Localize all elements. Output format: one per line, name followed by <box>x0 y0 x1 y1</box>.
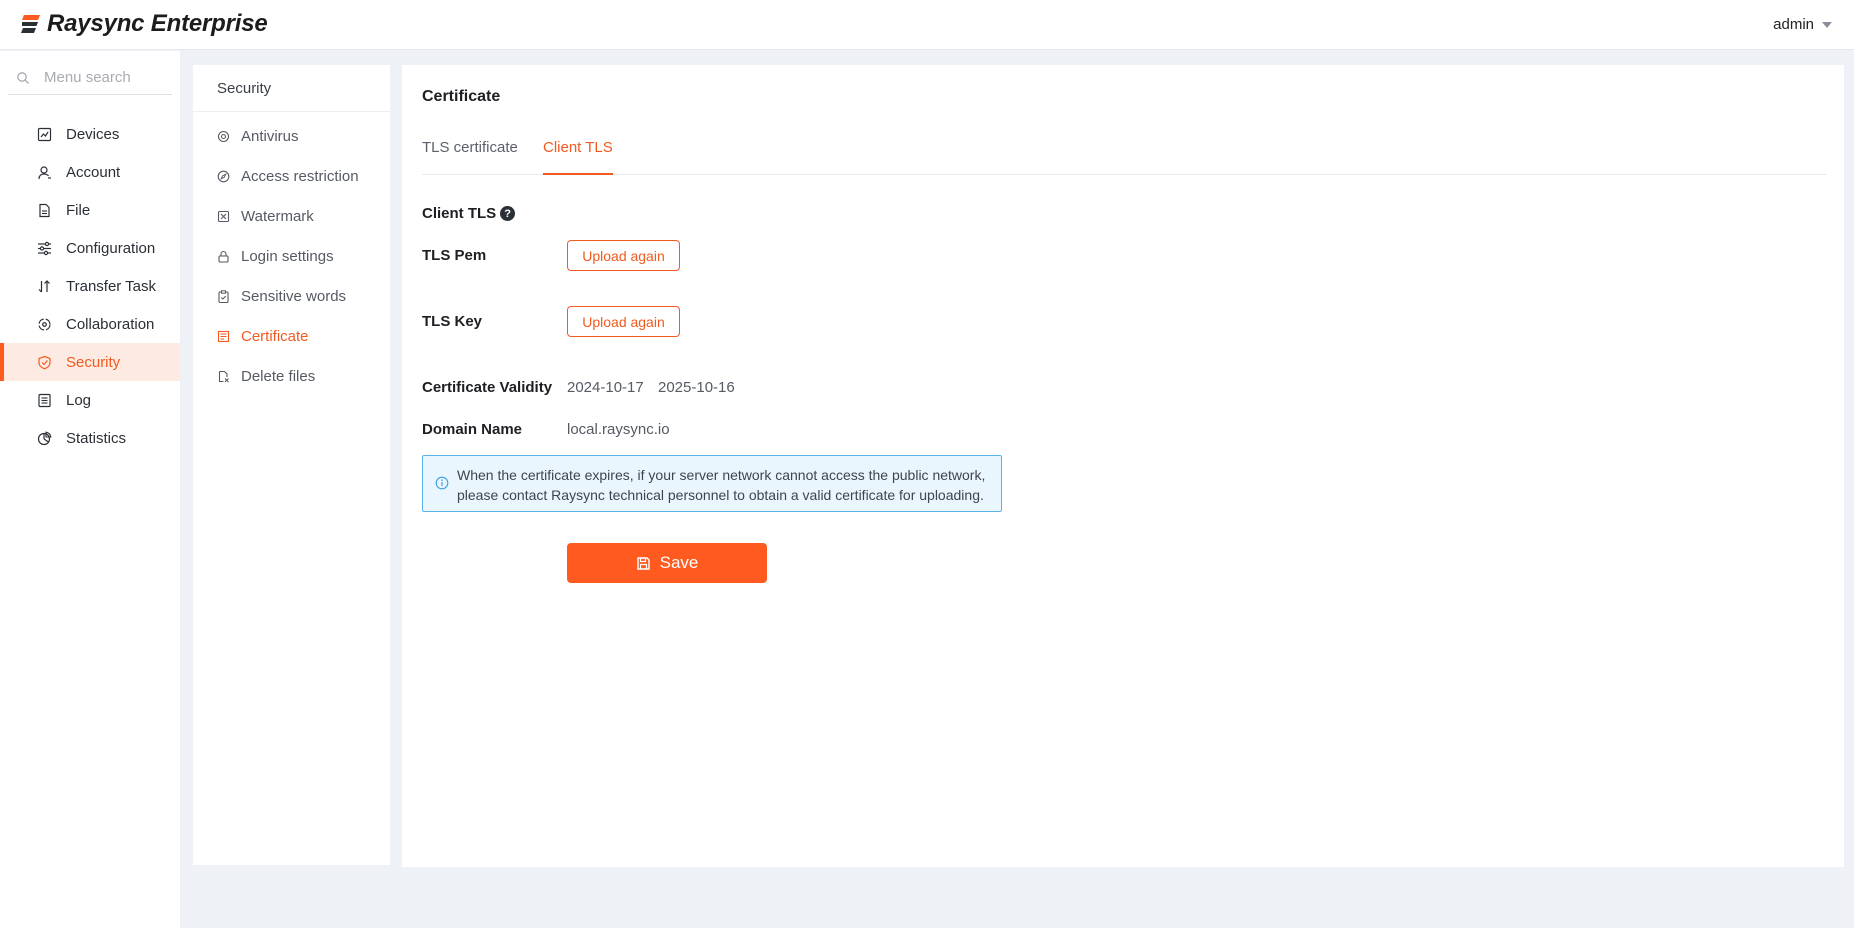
notice-line: please contact Raysync technical personn… <box>457 487 984 503</box>
user-icon <box>38 165 51 179</box>
pie-chart-icon <box>37 431 52 445</box>
save-button-label: Save <box>659 553 699 572</box>
sidebar-item-label: Collaboration <box>66 315 155 333</box>
sidebar-item-log[interactable]: Log <box>0 381 180 419</box>
domain-name-label: Domain Name <box>422 421 523 438</box>
sidebar-item-configuration[interactable]: Configuration <box>0 229 180 267</box>
tls-key-label: TLS Key <box>422 313 483 330</box>
section-title-text: Client TLS <box>422 205 497 222</box>
validity-start-date: 2024-10-17 <box>567 379 644 396</box>
menu-search-input[interactable] <box>44 69 164 86</box>
lock-icon <box>218 250 229 263</box>
subnav-item-delete-files[interactable]: Delete files <box>193 356 390 396</box>
sidebar-item-statistics[interactable]: Statistics <box>0 419 180 457</box>
sidebar-item-devices[interactable]: Devices <box>0 115 180 153</box>
security-subnav: Security Antivirus Access restriction Wa… <box>193 65 390 865</box>
subnav-item-label: Login settings <box>241 247 334 265</box>
username: admin <box>1773 16 1814 33</box>
certificate-panel: Certificate TLS certificate Client TLS C… <box>402 65 1844 867</box>
notice-line: When the certificate expires, if your se… <box>457 467 986 483</box>
subnav-item-certificate[interactable]: Certificate <box>193 316 390 356</box>
notice-text: When the certificate expires, if your se… <box>457 465 985 505</box>
sidebar-item-file[interactable]: File <box>0 191 180 229</box>
save-icon <box>636 556 650 570</box>
sidebar-item-label: Statistics <box>66 429 127 447</box>
subnav-item-access-restriction[interactable]: Access restriction <box>193 156 390 196</box>
sidebar-item-collaboration[interactable]: Collaboration <box>0 305 180 343</box>
sidebar: Devices Account File Configuration Trans… <box>0 51 180 928</box>
sidebar-item-label: Security <box>66 353 121 371</box>
subnav-item-label: Certificate <box>241 327 309 345</box>
compass-icon <box>217 170 230 182</box>
chevron-down-icon <box>1822 21 1832 28</box>
log-icon <box>38 393 51 407</box>
subnav-item-antivirus[interactable]: Antivirus <box>193 116 390 156</box>
sidebar-nav: Devices Account File Configuration Trans… <box>0 115 180 457</box>
sidebar-item-label: Configuration <box>66 239 156 257</box>
tls-pem-label: TLS Pem <box>422 247 487 264</box>
sidebar-item-label: File <box>66 201 91 219</box>
tab-tls-certificate[interactable]: TLS certificate <box>422 129 518 175</box>
sidebar-item-transfer-task[interactable]: Transfer Task <box>0 267 180 305</box>
sidebar-item-label: Devices <box>66 125 120 143</box>
search-icon <box>17 71 29 84</box>
section-title: Client TLS ? <box>422 205 516 222</box>
certificate-tabs: TLS certificate Client TLS <box>422 129 1827 175</box>
subnav-item-label: Access restriction <box>241 167 359 185</box>
sidebar-item-security[interactable]: Security <box>0 343 180 381</box>
sliders-icon <box>38 241 51 255</box>
clipboard-icon <box>218 289 229 303</box>
domain-name-value: local.raysync.io <box>567 421 670 438</box>
subnav-title: Security <box>193 65 390 112</box>
raysync-logo-icon <box>21 15 40 33</box>
subnav-item-login-settings[interactable]: Login settings <box>193 236 390 276</box>
transfer-icon <box>38 279 50 292</box>
brand-name: Raysync Enterprise <box>47 10 268 37</box>
top-header: Raysync Enterprise admin <box>0 0 1854 50</box>
sidebar-item-account[interactable]: Account <box>0 153 180 191</box>
validity-end-date: 2025-10-16 <box>658 379 735 396</box>
tab-client-tls[interactable]: Client TLS <box>543 129 613 175</box>
certificate-icon <box>217 330 230 342</box>
page-title: Certificate <box>422 88 501 105</box>
subnav-item-label: Watermark <box>241 207 314 225</box>
info-icon <box>435 476 449 490</box>
save-button[interactable]: Save <box>567 543 767 583</box>
tls-pem-upload-button[interactable]: Upload again <box>567 240 680 271</box>
antivirus-icon <box>217 130 230 142</box>
delete-files-icon <box>218 370 229 382</box>
user-menu[interactable]: admin <box>1773 16 1832 33</box>
certificate-validity-label: Certificate Validity <box>422 379 553 396</box>
file-icon <box>39 203 50 217</box>
subnav-item-watermark[interactable]: Watermark <box>193 196 390 236</box>
tls-key-upload-button[interactable]: Upload again <box>567 306 680 337</box>
subnav-item-label: Antivirus <box>241 127 299 145</box>
subnav-item-label: Sensitive words <box>241 287 347 305</box>
brand-logo[interactable]: Raysync Enterprise <box>19 10 268 38</box>
shield-icon <box>38 355 51 369</box>
subnav-item-sensitive-words[interactable]: Sensitive words <box>193 276 390 316</box>
sidebar-item-label: Transfer Task <box>66 277 157 295</box>
subnav-item-label: Delete files <box>241 367 316 385</box>
certificate-expiry-notice: When the certificate expires, if your se… <box>422 455 1002 512</box>
menu-search <box>8 61 172 95</box>
devices-icon <box>37 127 52 141</box>
sidebar-item-label: Account <box>66 163 121 181</box>
sidebar-item-label: Log <box>66 391 92 409</box>
watermark-icon <box>217 210 230 222</box>
collaboration-icon <box>38 317 51 331</box>
help-icon[interactable]: ? <box>500 206 516 221</box>
